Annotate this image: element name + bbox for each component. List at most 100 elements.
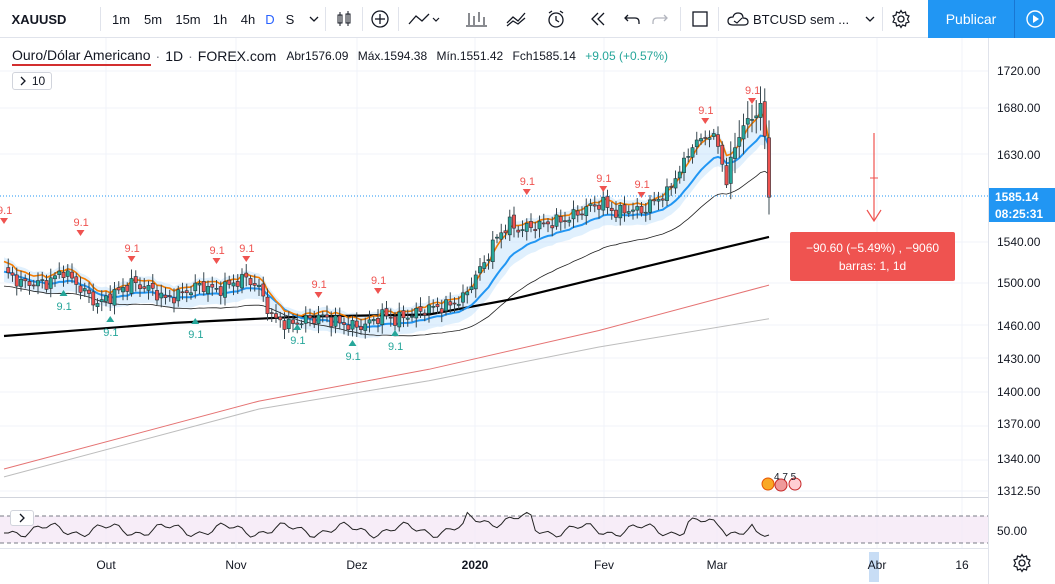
candle-body [614,209,618,218]
alert-icon[interactable] [540,0,572,38]
candle-body [388,316,393,319]
price-axis[interactable]: 1720.00 1680.00 1630.00 1540.00 1500.00 … [988,38,1055,584]
interval-5m[interactable]: 5m [140,0,166,38]
candle-body [767,137,771,198]
candle-body [53,275,57,280]
countdown-label: 08:25:31 [989,205,1055,222]
candles-icon[interactable] [330,0,358,38]
change-value: +9.05 (+0.57%) [585,49,669,63]
candle-body [337,315,342,324]
candle-body [499,232,504,240]
price-chart[interactable]: 9.1 9.1 9.1 9.1 9.1 9.1 9.1 9.1 9.1 9.1 9.1 9.1 9.1 9… [0,38,988,548]
candle-body [512,214,516,229]
candle-body [465,291,470,296]
interval-1h[interactable]: 1h [208,0,232,38]
price-tick: 1720.00 [997,64,1041,78]
play-icon[interactable] [1014,0,1055,38]
candle-body [116,287,121,291]
candle-body [223,281,227,298]
candle-body [699,138,703,142]
candle-body [65,270,70,277]
candle-body [138,284,142,290]
sell-signal-label: 9.1 [635,179,650,191]
layout-icon[interactable] [686,0,714,38]
candle-body [121,287,125,293]
chart-type-icon[interactable] [404,0,444,38]
candle-body [218,286,223,296]
compare-icon[interactable] [462,0,496,38]
candle-body [754,115,759,119]
price-tick: 1370.00 [997,417,1041,431]
plus-circle-icon[interactable] [366,0,394,38]
time-tick: 16 [955,558,969,572]
candle-body [312,317,317,324]
interval-d[interactable]: D [262,0,278,38]
rsi-pane-toggle[interactable] [10,510,34,526]
interval-dropdown-icon[interactable] [305,0,323,38]
candle-body [762,101,767,137]
candle-body [184,290,189,294]
symbol-search[interactable]: XAUUSD [0,0,78,38]
candle-body [108,293,113,304]
toolbar-divider [680,7,681,31]
candle-body [609,207,614,212]
sell-signal-label: 9.1 [698,105,713,117]
candle-body [6,267,11,273]
indicators-toggle[interactable]: 10 [12,72,52,90]
candle-body [189,292,193,296]
sell-signal-arrow [599,186,608,192]
price-tick: 1500.00 [997,276,1041,290]
time-tick: Out [96,558,116,572]
gear-icon[interactable] [1012,553,1032,573]
candle-body [82,288,87,292]
replay-icon[interactable] [582,0,614,38]
candle-body [682,157,686,173]
candle-body [150,282,155,289]
compare-search[interactable]: BTCUSD sem ... [727,7,879,31]
candle-body [728,156,733,184]
undo-icon[interactable] [618,0,646,38]
time-axis[interactable]: Out Nov Dez 2020 Fev Mar Abr 16 [0,548,988,584]
interval-1m[interactable]: 1m [108,0,134,38]
candle-body [750,119,754,121]
compare-dropdown-icon[interactable] [860,0,880,38]
candle-body [214,288,219,290]
pane-divider[interactable] [0,497,1055,498]
cloud-icon [727,12,749,26]
candle-body [325,314,329,318]
candle-body [44,280,49,290]
interval-15m[interactable]: 15m [172,0,204,38]
candle-body [592,204,597,207]
open-value: Abr1576.09 [286,49,349,63]
instrument-title[interactable]: Ouro/Dólar Americano [12,47,151,66]
sell-signal-arrow [0,218,8,224]
sell-signal-arrow [637,192,646,198]
sell-signal-label: 9.1 [74,217,89,229]
candle-body [707,137,712,140]
candle-body [206,285,210,294]
buy-signal-label: 9.1 [103,327,118,339]
candle-body [622,204,627,214]
redo-icon[interactable] [646,0,674,38]
candle-body [660,198,665,201]
buy-signal-arrow [348,340,357,346]
interval-4h[interactable]: 4h [236,0,260,38]
candle-body [99,299,104,303]
publish-button[interactable]: Publicar [928,0,1014,38]
sell-signal-label: 9.1 [312,279,327,291]
indicators-icon[interactable] [502,0,536,38]
candle-body [431,305,436,308]
candle-body [155,290,159,301]
candle-body [690,147,695,158]
candle-body [648,199,652,213]
candle-body [112,289,117,306]
candle-body [235,281,240,287]
candle-body [393,316,397,326]
interval-s[interactable]: S [282,0,298,38]
candle-body [669,186,674,188]
time-tick: Dez [346,558,368,572]
price-tick: 1430.00 [997,352,1041,366]
settings-icon[interactable] [886,0,916,38]
time-tick: Abr [867,558,887,572]
candle-body [410,316,414,318]
